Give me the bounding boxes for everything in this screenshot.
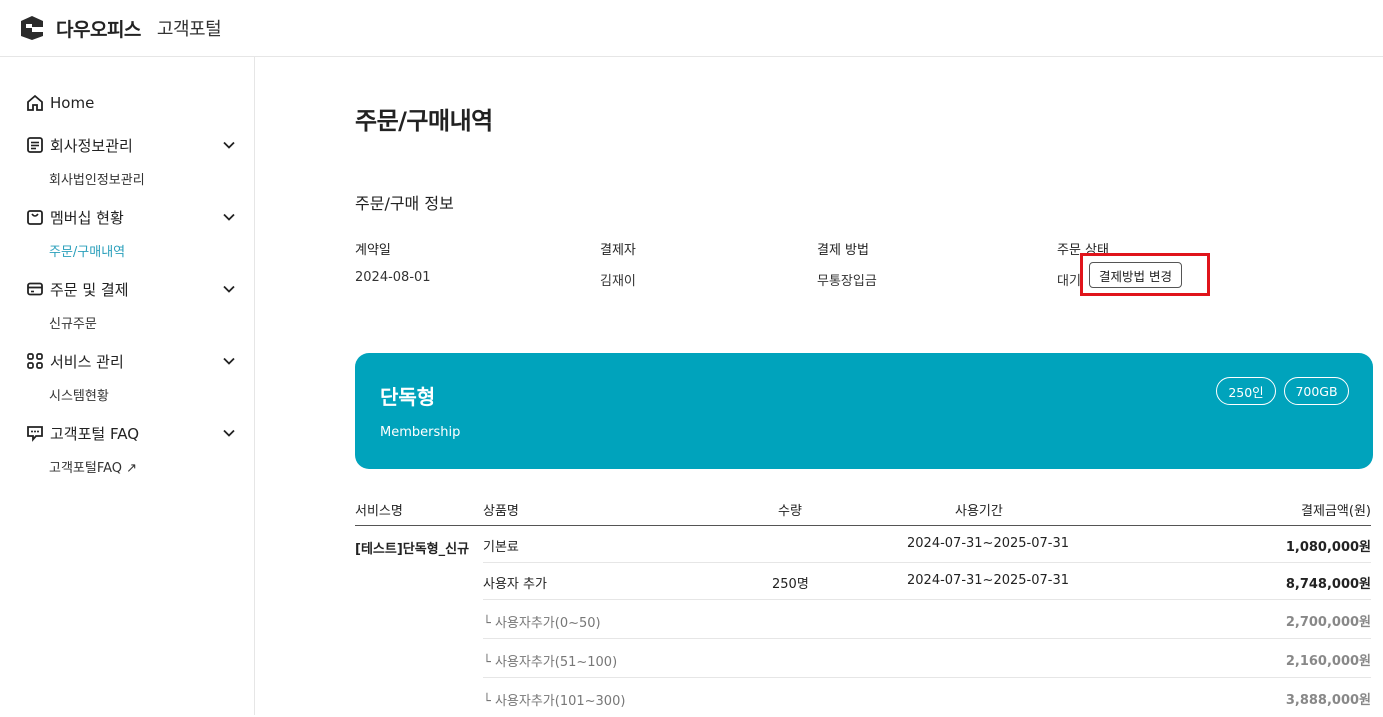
membership-subtitle: Membership	[380, 425, 461, 440]
usage-period: 2024-07-31~2025-07-31	[907, 536, 1069, 551]
product-name: └ 사용자추가(0~50)	[483, 616, 601, 631]
table-row: └ 사용자추가(0~50) 2,700,000원	[483, 600, 1371, 639]
sidebar-subitem-faq-link[interactable]: 고객포털FAQ ↗	[49, 457, 236, 476]
sidebar-subitem-order-history[interactable]: 주문/구매내역	[49, 241, 236, 260]
sidebar-item-label: Home	[50, 94, 95, 112]
grid-icon	[26, 352, 44, 370]
sidebar-subitem-system-status[interactable]: 시스템현황	[49, 385, 236, 404]
sidebar-item-label: 고객포털 FAQ	[50, 424, 140, 443]
table-row: 사용자 추가 250명 2024-07-31~2025-07-31 8,748,…	[483, 563, 1371, 600]
column-header: 결제금액(원)	[1301, 504, 1371, 519]
payer-label: 결제자	[600, 243, 636, 258]
column-header: 서비스명	[355, 504, 403, 519]
payment-amount: 1,080,000원	[1285, 540, 1371, 555]
chevron-down-icon[interactable]	[222, 354, 236, 368]
table-row: └ 사용자추가(101~300) 3,888,000원	[483, 678, 1371, 717]
product-name: 사용자 추가	[483, 577, 547, 592]
sidebar-item-label: 주문 및 결제	[50, 280, 129, 299]
sidebar-item-membership[interactable]: 멤버십 현황	[26, 205, 236, 229]
sidebar: Home 회사정보관리 회사법인정보관리 멤버십 현황 주문/구매내역 주문 및	[0, 57, 255, 715]
payer-value: 김재이	[600, 274, 636, 289]
chat-bubble-icon	[26, 424, 44, 442]
service-name: [테스트]단독형_신규	[355, 542, 470, 557]
daouoffice-logo-icon[interactable]	[18, 15, 46, 41]
sidebar-group-company: 회사정보관리 회사법인정보관리	[26, 133, 236, 188]
table-row: 기본료 2024-07-31~2025-07-31 1,080,000원	[483, 526, 1371, 563]
sidebar-item-home[interactable]: Home	[26, 91, 236, 115]
payment-amount: 3,888,000원	[1285, 693, 1371, 708]
chevron-down-icon[interactable]	[222, 282, 236, 296]
chevron-down-icon[interactable]	[222, 426, 236, 440]
payment-amount: 2,700,000원	[1285, 615, 1371, 630]
contract-date-value: 2024-08-01	[355, 270, 431, 285]
sidebar-group-membership: 멤버십 현황 주문/구매내역	[26, 205, 236, 260]
product-name: └ 사용자추가(51~100)	[483, 655, 618, 670]
payment-amount: 8,748,000원	[1285, 577, 1371, 592]
payment-amount: 2,160,000원	[1285, 654, 1371, 669]
document-icon	[26, 136, 44, 154]
bag-icon	[26, 208, 44, 226]
credit-card-icon	[26, 280, 44, 298]
payment-method-label: 결제 방법	[817, 243, 869, 258]
info-contract-date: 계약일 2024-08-01	[355, 239, 431, 285]
product-name: └ 사용자추가(101~300)	[483, 694, 626, 709]
home-icon	[26, 94, 44, 112]
info-payment-method: 결제 방법 무통장입금	[817, 239, 877, 289]
sidebar-item-label: 멤버십 현황	[50, 208, 124, 227]
sidebar-item-faq[interactable]: 고객포털 FAQ	[26, 421, 236, 445]
sidebar-item-order-payment[interactable]: 주문 및 결제	[26, 277, 236, 301]
sidebar-item-company-info[interactable]: 회사정보관리	[26, 133, 236, 157]
sidebar-subitem-corporate-info[interactable]: 회사법인정보관리	[49, 169, 236, 188]
column-header: 상품명	[483, 504, 519, 519]
sidebar-item-service-management[interactable]: 서비스 관리	[26, 349, 236, 373]
page-title: 주문/구매내역	[355, 107, 493, 135]
payment-method-value: 무통장입금	[817, 274, 877, 289]
portal-name: 고객포털	[156, 19, 222, 40]
highlight-box	[1080, 253, 1210, 296]
table-header: 서비스명 상품명 수량 사용기간 결제금액(원)	[355, 497, 1371, 526]
contract-date-label: 계약일	[355, 243, 391, 258]
membership-card: 단독형 Membership 250인 700GB	[355, 353, 1373, 469]
membership-plan-title: 단독형	[380, 385, 436, 409]
quantity: 250명	[772, 577, 809, 592]
chevron-down-icon[interactable]	[222, 210, 236, 224]
usage-period: 2024-07-31~2025-07-31	[907, 573, 1069, 588]
column-header: 수량	[778, 504, 802, 519]
brand-name[interactable]: 다우오피스	[56, 15, 141, 42]
column-header: 사용기간	[955, 504, 1003, 519]
sidebar-group-service: 서비스 관리 시스템현황	[26, 349, 236, 404]
sidebar-item-label: 서비스 관리	[50, 352, 124, 371]
storage-badge: 700GB	[1284, 377, 1349, 405]
section-title: 주문/구매 정보	[355, 194, 454, 213]
table-row: └ 사용자추가(51~100) 2,160,000원	[483, 639, 1371, 678]
chevron-down-icon[interactable]	[222, 138, 236, 152]
info-payer: 결제자 김재이	[600, 239, 636, 289]
product-name: 기본료	[483, 540, 519, 555]
sidebar-item-label: 회사정보관리	[50, 136, 133, 155]
sidebar-group-faq: 고객포털 FAQ 고객포털FAQ ↗	[26, 421, 236, 476]
users-badge: 250인	[1216, 377, 1276, 405]
top-bar: 다우오피스 고객포털	[0, 0, 1383, 57]
sidebar-subitem-new-order[interactable]: 신규주문	[49, 313, 236, 332]
sidebar-group-order-payment: 주문 및 결제 신규주문	[26, 277, 236, 332]
